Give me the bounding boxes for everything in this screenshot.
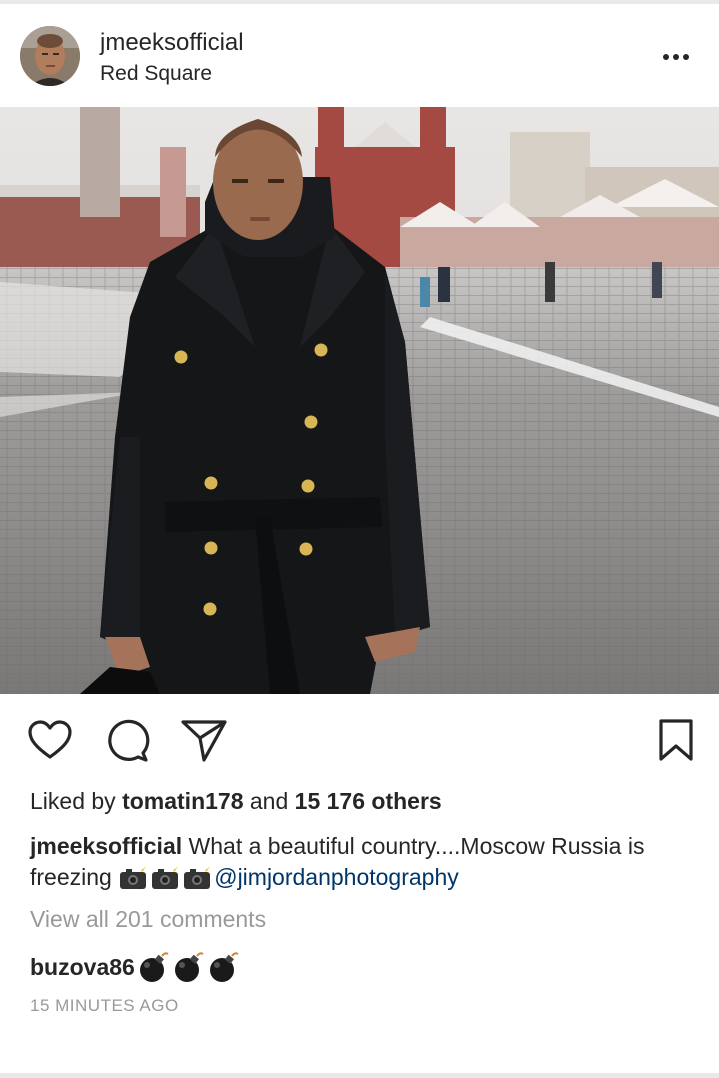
- camera-flash-emoji: [120, 864, 147, 889]
- bomb-emoji: [174, 952, 204, 982]
- likes-middle: and: [243, 788, 295, 814]
- caption-mention[interactable]: @jimjordanphotography: [214, 864, 459, 890]
- bomb-emoji: [139, 952, 169, 982]
- avatar[interactable]: [20, 26, 80, 86]
- paper-plane-icon[interactable]: [180, 716, 228, 764]
- bomb-emoji: [209, 952, 239, 982]
- likes-others[interactable]: 15 176 others: [295, 788, 442, 814]
- bookmark-icon[interactable]: [652, 716, 700, 764]
- camera-flash-emoji: [152, 864, 179, 889]
- heart-icon[interactable]: [26, 716, 74, 764]
- caption-username[interactable]: jmeeksofficial: [30, 833, 182, 859]
- post-image: [0, 107, 719, 694]
- liker-username[interactable]: tomatin178: [122, 788, 243, 814]
- likes-summary[interactable]: Liked by tomatin178 and 15 176 others: [30, 788, 442, 815]
- more-options-icon[interactable]: [654, 42, 698, 70]
- camera-flash-emoji: [184, 864, 211, 889]
- post-header: jmeeksofficial Red Square: [0, 4, 719, 108]
- likes-prefix: Liked by: [30, 788, 123, 814]
- post-photo[interactable]: [0, 107, 719, 694]
- post-username[interactable]: jmeeksofficial: [100, 29, 244, 57]
- post-timestamp: 15 MINUTES AGO: [30, 996, 179, 1015]
- bottom-border: [0, 1073, 719, 1078]
- post-caption: jmeeksofficial What a beautiful country.…: [30, 831, 700, 893]
- view-all-comments-link[interactable]: View all 201 comments: [30, 906, 266, 933]
- comment-username[interactable]: buzova86: [30, 954, 135, 980]
- avatar-image: [20, 26, 80, 86]
- post-location[interactable]: Red Square: [100, 61, 212, 87]
- comment-icon[interactable]: [103, 716, 151, 764]
- comment-item: buzova86: [30, 951, 240, 983]
